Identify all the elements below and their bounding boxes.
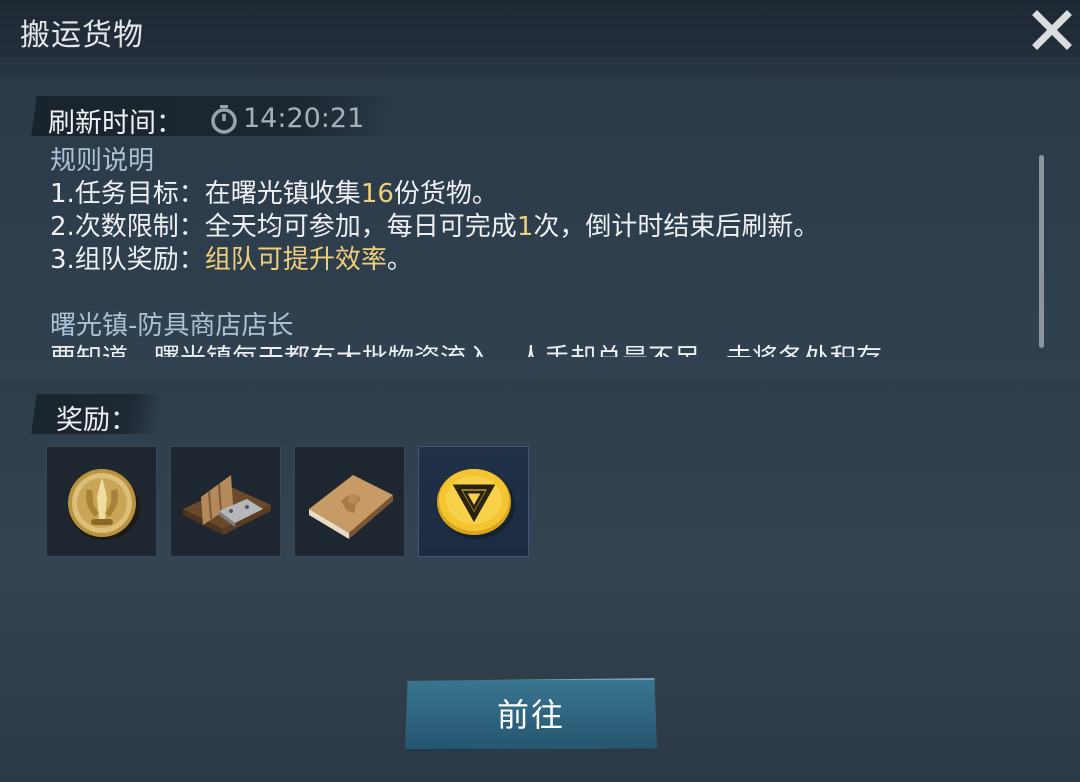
gold-coin-icon bbox=[437, 469, 515, 539]
collect-count: 16 bbox=[360, 179, 394, 209]
daily-limit-count: 1 bbox=[516, 212, 534, 242]
rule-1: 1.任务目标：在曙光镇收集16份货物。 bbox=[50, 179, 498, 209]
book-icon bbox=[309, 475, 393, 539]
rule-3: 3.组队奖励：组队可提升效率。 bbox=[50, 245, 413, 275]
close-icon bbox=[1032, 10, 1072, 50]
rule-2: 2.次数限制：全天均可参加，每日可完成1次，倒计时结束后刷新。 bbox=[50, 212, 820, 242]
task-panel: 搬运货物 刷新时间： 14:20:21 规则说明 1.任务目标：在曙光镇收集16… bbox=[0, 0, 1080, 782]
reward-slot-3[interactable] bbox=[294, 446, 405, 557]
rules-scroll-view[interactable]: 规则说明 1.任务目标：在曙光镇收集16份货物。 2.次数限制：全天均可参加，每… bbox=[50, 145, 1030, 357]
go-button-label: 前往 bbox=[496, 696, 565, 734]
npc-heading: 曙光镇-防具商店店长 bbox=[50, 311, 294, 341]
title-bar: 搬运货物 bbox=[0, 0, 1080, 58]
rules-heading: 规则说明 bbox=[50, 146, 155, 176]
rewards-label: 奖励： bbox=[56, 405, 137, 436]
stopwatch-icon bbox=[211, 105, 237, 134]
close-button[interactable] bbox=[1030, 8, 1074, 52]
go-button[interactable]: 前往 bbox=[405, 678, 657, 751]
refresh-countdown: 14:20:21 bbox=[243, 103, 365, 134]
gold-medal-icon bbox=[68, 469, 140, 540]
reward-slot-2[interactable] bbox=[170, 446, 281, 557]
npc-dialogue: 要知道，曙光镇每天都有大批物资流入，人手却总是不足，去将各处积存 bbox=[50, 343, 1030, 357]
panel-title: 搬运货物 bbox=[20, 18, 144, 53]
reward-slot-1[interactable] bbox=[46, 446, 157, 557]
refresh-time-label: 刷新时间： bbox=[48, 108, 183, 139]
reward-slot-4[interactable] bbox=[418, 446, 529, 557]
wood-plank-material-icon bbox=[183, 475, 271, 535]
scrollbar[interactable] bbox=[1039, 155, 1044, 348]
team-bonus-text: 组队可提升效率 bbox=[204, 245, 387, 275]
